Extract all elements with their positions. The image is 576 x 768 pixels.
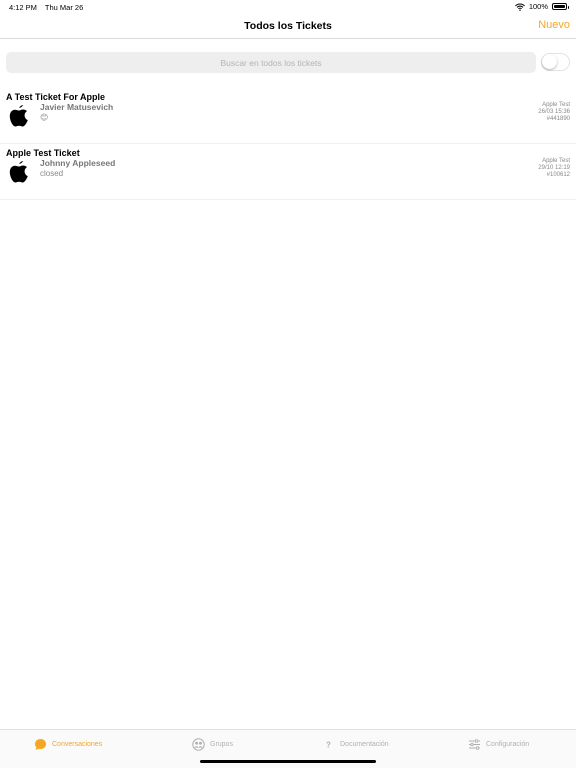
status-bar: 4:12 PM Thu Mar 26 100% bbox=[0, 0, 576, 14]
wifi-icon bbox=[514, 3, 525, 11]
ticket-company: Apple Test bbox=[542, 102, 570, 108]
ticket-id: #441890 bbox=[546, 116, 570, 122]
ticket-requester: Javier Matusevich bbox=[40, 102, 114, 112]
new-ticket-button[interactable]: Nuevo bbox=[538, 19, 570, 31]
ticket-company: Apple Test bbox=[542, 158, 570, 164]
battery-percent: 100% bbox=[528, 2, 548, 11]
ticket-meta: Apple Test 29/10 12:19 #100612 bbox=[538, 158, 570, 179]
ticket-status: closed bbox=[40, 169, 64, 178]
ticket-row[interactable]: Apple Test Ticket Johnny Appleseed close… bbox=[0, 144, 576, 200]
tab-documentacion[interactable]: ? Documentación bbox=[322, 737, 389, 751]
ticket-title: Apple Test Ticket bbox=[6, 148, 80, 158]
ticket-row[interactable]: A Test Ticket For Apple Javier Matusevic… bbox=[0, 88, 576, 144]
battery-icon bbox=[552, 3, 569, 10]
apple-logo-icon bbox=[9, 105, 28, 127]
tab-configuracion[interactable]: Configuración bbox=[468, 737, 529, 751]
tab-label: Documentación bbox=[340, 740, 389, 748]
battery-fill bbox=[554, 5, 565, 8]
tab-label: Configuración bbox=[486, 740, 530, 748]
page-title: Todos los Tickets bbox=[244, 20, 332, 32]
tab-label: Conversaciones bbox=[52, 740, 103, 748]
ticket-title: A Test Ticket For Apple bbox=[6, 92, 106, 102]
sliders-icon bbox=[469, 738, 480, 750]
ticket-meta: Apple Test 26/03 15:36 #441890 bbox=[538, 102, 570, 123]
toggle-knob bbox=[542, 54, 557, 69]
filter-toggle[interactable] bbox=[541, 53, 570, 71]
tab-label: Grupos bbox=[210, 740, 233, 748]
ticket-id: #100612 bbox=[546, 172, 570, 178]
svg-text:?: ? bbox=[326, 740, 331, 749]
search-row bbox=[0, 50, 576, 76]
question-icon: ? bbox=[326, 740, 331, 749]
ticket-date: 26/03 15:36 bbox=[538, 109, 570, 115]
tab-grupos[interactable]: Grupos bbox=[192, 737, 233, 751]
chat-bubble-icon bbox=[35, 738, 46, 750]
nav-bar: Todos los Tickets Nuevo bbox=[0, 14, 576, 39]
status-right: 100% bbox=[514, 2, 569, 11]
ticket-date: 29/10 12:19 bbox=[538, 165, 570, 171]
status-left: 4:12 PM Thu Mar 26 bbox=[9, 3, 89, 12]
status-date: Thu Mar 26 bbox=[44, 3, 84, 12]
status-time: 4:12 PM bbox=[9, 3, 37, 12]
tab-conversaciones[interactable]: Conversaciones bbox=[34, 737, 102, 751]
group-icon bbox=[192, 737, 205, 751]
ticket-status: 😊 bbox=[40, 113, 49, 122]
ticket-requester: Johnny Appleseed bbox=[40, 158, 116, 168]
ticket-list: A Test Ticket For Apple Javier Matusevic… bbox=[0, 88, 576, 200]
home-indicator bbox=[200, 760, 376, 763]
apple-logo-icon bbox=[9, 161, 28, 183]
search-input[interactable] bbox=[6, 52, 536, 73]
